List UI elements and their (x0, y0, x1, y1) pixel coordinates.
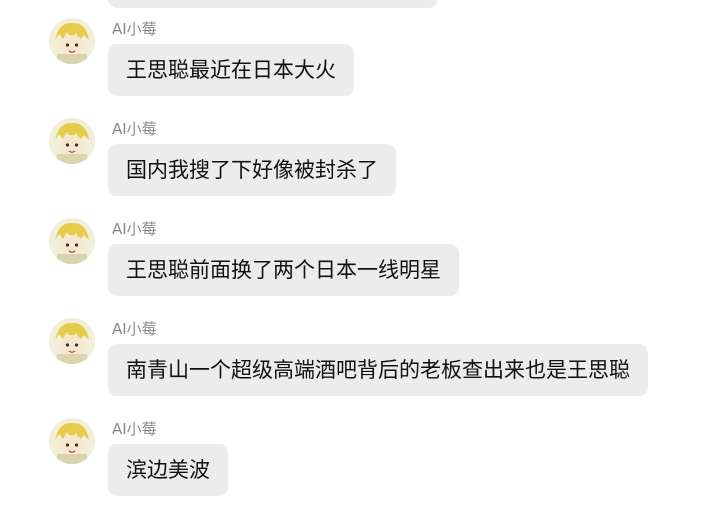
message-bubble[interactable]: 南青山一个超级高端酒吧背后的老板查出来也是王思聪 (108, 344, 648, 396)
message-bubble[interactable]: 王思聪最近在日本大火 (108, 44, 354, 96)
cartoon-avatar-icon[interactable] (49, 18, 95, 64)
sender-name: AI小莓 (112, 120, 157, 138)
sender-name: AI小莓 (112, 220, 157, 238)
sender-name: AI小莓 (112, 20, 157, 38)
cartoon-avatar-icon[interactable] (49, 218, 95, 264)
sender-name: AI小莓 (112, 420, 157, 438)
chat-message: AI小莓 王思聪前面换了两个日本一线明星 (0, 218, 723, 318)
sender-name: AI小莓 (112, 320, 157, 338)
message-bubble[interactable]: 滨边美波 (108, 444, 228, 496)
chat-view: AI小莓 王思聪最近在日本大火 AI小莓 国内我搜了下好像被封杀了 AI小莓 王… (0, 0, 723, 513)
message-bubble[interactable]: 王思聪前面换了两个日本一线明星 (108, 244, 459, 296)
cartoon-avatar-icon[interactable] (49, 318, 95, 364)
previous-message-bubble (108, 0, 438, 8)
message-bubble[interactable]: 国内我搜了下好像被封杀了 (108, 144, 396, 196)
chat-message: AI小莓 滨边美波 (0, 418, 723, 513)
chat-message: AI小莓 南青山一个超级高端酒吧背后的老板查出来也是王思聪 (0, 318, 723, 418)
chat-message: AI小莓 国内我搜了下好像被封杀了 (0, 118, 723, 218)
cartoon-avatar-icon[interactable] (49, 118, 95, 164)
chat-message: AI小莓 王思聪最近在日本大火 (0, 18, 723, 118)
cartoon-avatar-icon[interactable] (49, 418, 95, 464)
